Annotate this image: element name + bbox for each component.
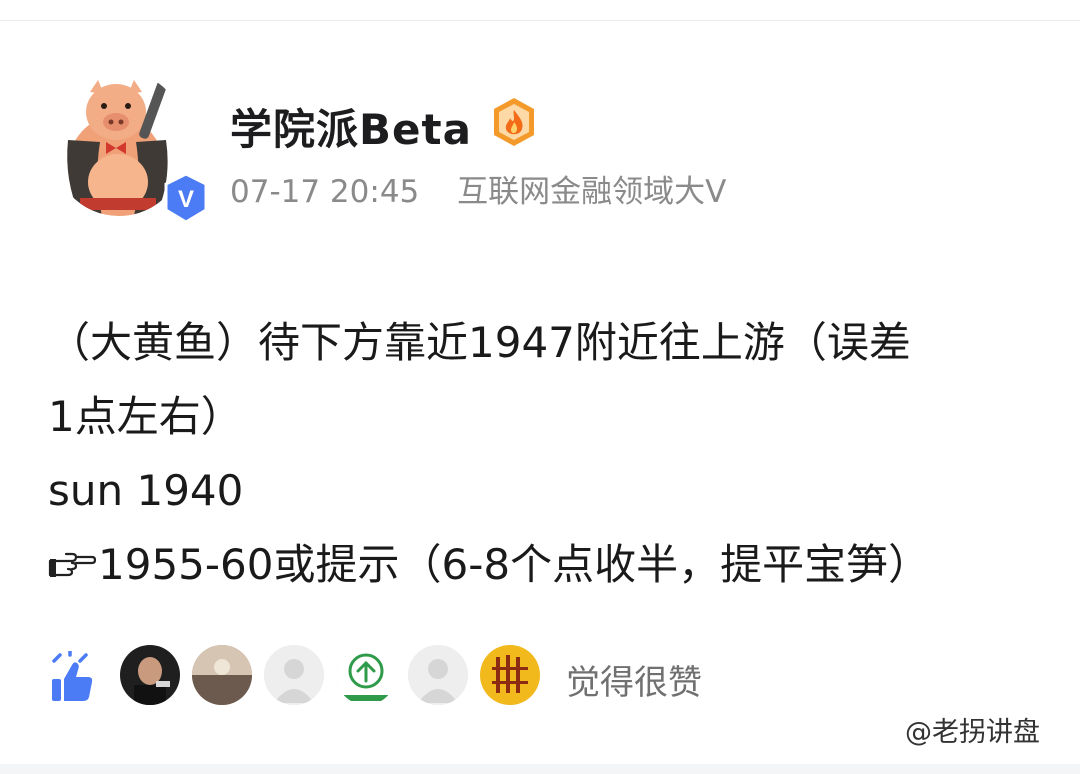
author-name[interactable]: 学院派Beta bbox=[230, 96, 472, 157]
liker-avatar[interactable] bbox=[192, 645, 252, 705]
pointing-hand-icon bbox=[48, 530, 97, 577]
likes-row[interactable]: 觉得很赞 bbox=[48, 645, 1048, 709]
liker-avatar[interactable] bbox=[264, 645, 324, 705]
post-time: 07-17 20:45 bbox=[230, 174, 420, 210]
source-watermark: @老拐讲盘 bbox=[905, 717, 1040, 748]
liker-avatar[interactable] bbox=[408, 645, 468, 705]
top-divider bbox=[0, 0, 1080, 21]
author-avatar-wrap[interactable]: V bbox=[50, 70, 208, 224]
author-certification: 互联网金融领域大V bbox=[457, 174, 727, 210]
weibo-post-card: V 学院派Beta 07-17 20:45 互联网金融领域大V （大黄鱼）待下方… bbox=[0, 0, 1080, 774]
post-body[interactable]: （大黄鱼）待下方靠近1947附近往上游（误差 1点左右） sun 1940 19… bbox=[48, 306, 1038, 602]
post-line-1: （大黄鱼）待下方靠近1947附近往上游（误差 bbox=[48, 318, 911, 367]
bottom-band bbox=[0, 764, 1080, 774]
post-meta: 07-17 20:45 互联网金融领域大V bbox=[230, 166, 726, 211]
post-line-4: 1955-60或提示（6-8个点收半，提平宝笋） bbox=[48, 528, 1038, 602]
likes-label[interactable]: 觉得很赞 bbox=[566, 655, 702, 704]
post-line-2: 1点左右） bbox=[48, 392, 243, 441]
thumbs-up-icon[interactable] bbox=[48, 649, 98, 703]
post-line-4-text: 1955-60或提示（6-8个点收半，提平宝笋） bbox=[98, 540, 931, 589]
flame-level-badge-icon[interactable] bbox=[490, 96, 538, 148]
svg-text:V: V bbox=[178, 186, 194, 213]
liker-avatar[interactable] bbox=[336, 645, 396, 705]
liker-avatar[interactable] bbox=[120, 645, 180, 705]
verified-v-badge-icon: V bbox=[160, 172, 212, 224]
post-line-3: sun 1940 bbox=[48, 466, 244, 515]
liker-avatar[interactable] bbox=[480, 645, 540, 705]
